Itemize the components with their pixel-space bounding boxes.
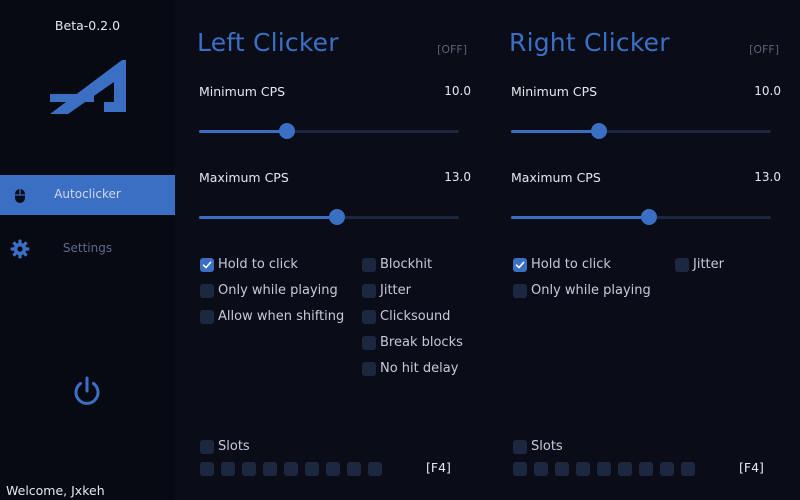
slot-box-2[interactable] [221, 462, 235, 476]
nav-label-autoclicker: Autoclicker [54, 187, 121, 201]
checkbox-label: Clicksound [380, 309, 451, 324]
checkbox-label: Break blocks [380, 335, 463, 350]
slot-box-7[interactable] [639, 462, 653, 476]
left-max-cps-value: 13.0 [444, 170, 471, 184]
app-logo [50, 60, 126, 114]
power-icon[interactable] [70, 375, 104, 409]
slot-box-5[interactable] [284, 462, 298, 476]
nav-item-settings[interactable]: Settings [0, 229, 175, 269]
left-hotkey[interactable]: [F4] [426, 460, 451, 475]
slot-box-3[interactable] [555, 462, 569, 476]
right-clicker-status[interactable]: [OFF] [749, 43, 779, 56]
left-clicker-panel: Left Clicker [OFF] Minimum CPS 10.0 Maxi… [197, 0, 477, 500]
slot-box-5[interactable] [597, 462, 611, 476]
left-min-cps-value: 10.0 [444, 84, 471, 98]
slot-box-7[interactable] [326, 462, 340, 476]
slot-box-6[interactable] [618, 462, 632, 476]
slot-box-8[interactable] [347, 462, 361, 476]
welcome-text: Welcome, Jxkeh [6, 483, 105, 498]
right-clicker-panel: Right Clicker [OFF] Minimum CPS 10.0 Max… [509, 0, 789, 500]
left-slot-row [200, 0, 390, 500]
slot-box-4[interactable] [576, 462, 590, 476]
slot-box-6[interactable] [305, 462, 319, 476]
slot-box-9[interactable] [368, 462, 382, 476]
nav-label-settings: Settings [62, 241, 113, 255]
slot-box-2[interactable] [534, 462, 548, 476]
slot-box-8[interactable] [660, 462, 674, 476]
right-slot-row [513, 0, 703, 500]
slot-box-9[interactable] [681, 462, 695, 476]
nav-item-autoclicker[interactable]: Autoclicker [0, 175, 175, 215]
left-clicker-status[interactable]: [OFF] [437, 43, 467, 56]
right-hotkey[interactable]: [F4] [739, 460, 764, 475]
slot-box-1[interactable] [513, 462, 527, 476]
slot-box-4[interactable] [263, 462, 277, 476]
slot-box-3[interactable] [242, 462, 256, 476]
right-min-cps-value: 10.0 [754, 84, 781, 98]
slot-box-1[interactable] [200, 462, 214, 476]
sidebar: Beta-0.2.0 Autoclicker Settings Welcome,… [0, 0, 175, 500]
right-max-cps-value: 13.0 [754, 170, 781, 184]
version-label: Beta-0.2.0 [54, 18, 121, 33]
checkbox-label: No hit delay [380, 361, 459, 376]
